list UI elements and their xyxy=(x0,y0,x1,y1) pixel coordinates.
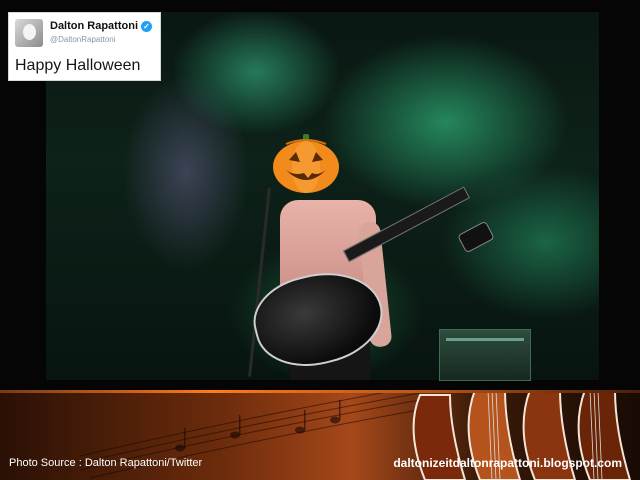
tweet-author-name: Dalton Rapattoni xyxy=(50,20,138,32)
tweet-card[interactable]: Dalton Rapattoni ✓ @DaltonRapattoni Happy… xyxy=(8,12,161,81)
tweet-handle[interactable]: @DaltonRapattoni xyxy=(50,35,116,44)
tweet-author[interactable]: Dalton Rapattoni ✓ xyxy=(50,20,152,32)
photo-source-caption: Photo Source : Dalton Rapattoni/Twitter xyxy=(9,457,203,469)
blog-url[interactable]: daltonizeitdaltonrapattoni.blogspot.com xyxy=(393,456,622,470)
avatar[interactable] xyxy=(15,19,43,47)
verified-badge-icon: ✓ xyxy=(141,20,152,32)
pumpkin-icon xyxy=(273,134,339,193)
slide: Dalton Rapattoni ✓ @DaltonRapattoni Happy… xyxy=(0,0,640,480)
guitar-headstock xyxy=(457,220,495,254)
banner-divider xyxy=(0,390,640,393)
tweet-text: Happy Halloween xyxy=(15,57,141,74)
